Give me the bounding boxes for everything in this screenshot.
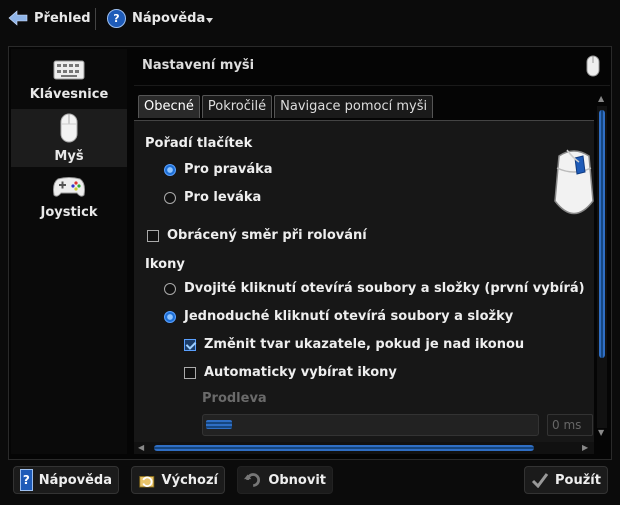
checkbox-label: Obrácený směr při rolování xyxy=(167,228,367,243)
slider-handle[interactable] xyxy=(206,420,232,429)
checkbox-label: Změnit tvar ukazatele, pokud je nad ikon… xyxy=(204,337,525,352)
tab-advanced[interactable]: Pokročilé xyxy=(201,95,273,118)
page-header: Nastavení myši xyxy=(134,49,610,86)
tab-label: Navigace pomocí myši xyxy=(280,99,428,114)
radio-indicator xyxy=(164,310,176,323)
radio-indicator xyxy=(164,282,176,295)
back-button-label: Přehled xyxy=(34,10,91,26)
icons-heading: Ikony xyxy=(145,257,185,272)
tab-general[interactable]: Obecné xyxy=(138,95,200,118)
horizontal-scrollbar[interactable]: ◀ ▶ xyxy=(134,442,594,454)
help-book-icon: ? xyxy=(20,469,33,491)
button-label: Obnovit xyxy=(268,472,326,488)
sidebar-item-label: Joystick xyxy=(40,205,98,220)
toolbar-separator xyxy=(95,8,96,30)
auto-select-checkbox[interactable]: Automaticky vybírat ikony xyxy=(184,365,397,380)
sidebar-item-joystick[interactable]: Joystick xyxy=(11,173,127,229)
vertical-scrollbar[interactable]: ▲ ▼ xyxy=(594,92,610,441)
button-label: Výchozí xyxy=(161,472,218,488)
sidebar-item-keyboard[interactable]: Klávesnice xyxy=(11,53,127,109)
sidebar-item-label: Myš xyxy=(54,149,84,164)
settings-content: Nastavení myši Obecné Pokročilé Navigace… xyxy=(134,49,610,454)
scroll-down-icon[interactable]: ▼ xyxy=(598,428,604,437)
scroll-thumb[interactable] xyxy=(599,110,605,358)
delay-spinbox[interactable]: 0 ms xyxy=(547,414,593,436)
delay-label: Prodleva xyxy=(202,391,267,406)
radio-label: Pro leváka xyxy=(184,190,262,205)
help-menu-button[interactable]: ? Nápověda xyxy=(107,9,214,28)
left-handed-radio[interactable]: Pro leváka xyxy=(164,190,261,205)
radio-indicator xyxy=(164,191,176,204)
scroll-right-icon[interactable]: ▶ xyxy=(582,443,588,452)
radio-indicator xyxy=(164,163,176,176)
page-title: Nastavení myši xyxy=(142,58,255,73)
scroll-left-icon[interactable]: ◀ xyxy=(138,443,144,452)
tab-label: Obecné xyxy=(144,99,194,114)
tab-label: Pokročilé xyxy=(207,99,267,114)
scroll-thumb[interactable] xyxy=(154,445,534,451)
apply-button[interactable]: Použít xyxy=(524,466,608,494)
checkbox-label: Automaticky vybírat ikony xyxy=(204,365,397,380)
radio-label: Pro praváka xyxy=(184,162,273,177)
mouse-illustration-icon xyxy=(554,149,594,215)
keyboard-icon xyxy=(53,60,85,80)
button-order-heading: Pořadí tlačítek xyxy=(145,136,253,151)
reset-button[interactable]: Obnovit xyxy=(237,466,333,494)
radio-label: Dvojité kliknutí otevírá soubory a složk… xyxy=(184,281,585,296)
back-button[interactable]: Přehled xyxy=(8,9,91,27)
mouse-icon xyxy=(60,113,78,143)
checkbox-indicator xyxy=(147,229,159,242)
gamepad-icon xyxy=(53,177,85,197)
change-pointer-checkbox[interactable]: Změnit tvar ukazatele, pokud je nad ikon… xyxy=(184,337,524,352)
undo-icon xyxy=(244,473,260,487)
general-tab-panel: Pořadí tlačítek Pro praváka Pro leváka O… xyxy=(134,120,594,443)
right-handed-radio[interactable]: Pro praváka xyxy=(164,162,273,177)
radio-label: Jednoduché kliknutí otevírá soubory a sl… xyxy=(184,309,514,324)
single-click-radio[interactable]: Jednoduché kliknutí otevírá soubory a sl… xyxy=(164,309,513,324)
help-button[interactable]: ? Nápověda xyxy=(13,466,119,494)
reverse-scroll-checkbox[interactable]: Obrácený směr při rolování xyxy=(147,228,367,243)
toolbar: Přehled ? Nápověda xyxy=(0,0,620,38)
help-menu-label: Nápověda xyxy=(132,11,206,26)
restore-defaults-icon xyxy=(139,476,155,488)
back-arrow-icon xyxy=(8,10,28,26)
help-icon: ? xyxy=(107,9,126,28)
double-click-radio[interactable]: Dvojité kliknutí otevírá soubory a složk… xyxy=(164,281,585,296)
scroll-up-icon[interactable]: ▲ xyxy=(598,94,604,103)
checkmark-icon xyxy=(531,473,549,488)
chevron-down-icon xyxy=(206,18,214,23)
sidebar-item-mouse[interactable]: Myš xyxy=(11,109,127,167)
button-label: Použít xyxy=(555,472,601,488)
button-label: Nápověda xyxy=(38,472,112,488)
sidebar-item-label: Klávesnice xyxy=(29,87,109,102)
tab-bar: Obecné Pokročilé Navigace pomocí myši xyxy=(138,95,435,119)
checkbox-indicator xyxy=(184,338,196,351)
mouse-icon xyxy=(586,55,600,77)
defaults-button[interactable]: Výchozí xyxy=(131,466,225,494)
category-sidebar: Klávesnice Myš Joystick xyxy=(11,49,127,454)
tab-mouse-navigation[interactable]: Navigace pomocí myši xyxy=(274,95,434,118)
checkbox-indicator xyxy=(184,366,196,379)
delay-slider[interactable] xyxy=(202,414,539,436)
